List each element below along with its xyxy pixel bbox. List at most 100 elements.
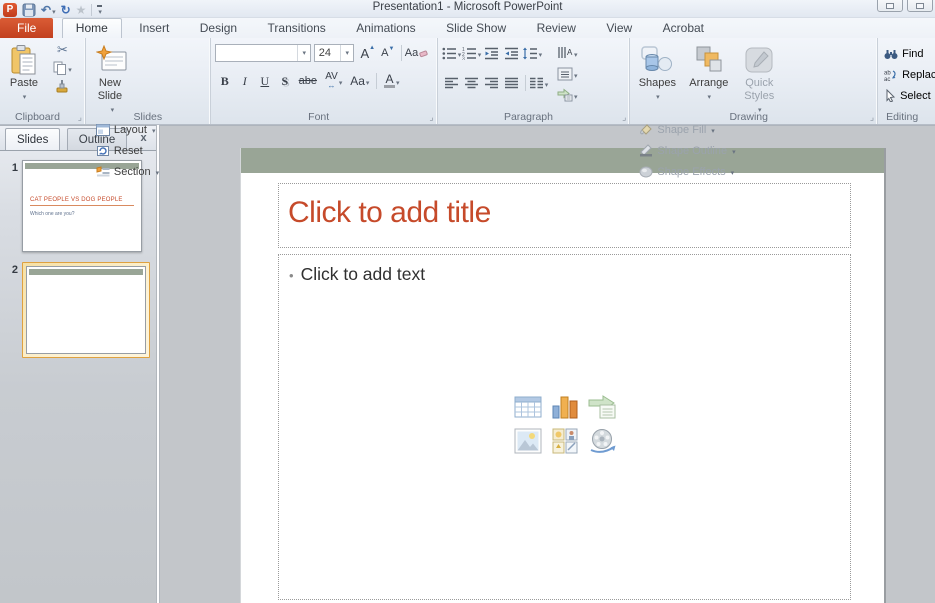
slide-canvas[interactable]: Click to add title • Click to add text xyxy=(241,148,884,603)
columns-button[interactable] xyxy=(529,73,549,93)
new-slide-button[interactable]: New Slide xyxy=(90,41,134,117)
decrease-indent-button[interactable] xyxy=(482,43,502,63)
change-case-button[interactable]: Aa xyxy=(347,71,373,91)
section-button[interactable]: Section xyxy=(93,161,162,182)
eraser-icon xyxy=(419,49,428,58)
quick-styles-icon xyxy=(740,43,778,77)
grow-font-button[interactable]: A▲ xyxy=(358,43,378,63)
shapes-icon xyxy=(637,43,677,77)
shapes-button[interactable]: Shapes xyxy=(634,41,680,104)
insert-smartart-icon[interactable] xyxy=(585,391,619,423)
insert-table-icon[interactable] xyxy=(511,391,545,423)
content-insert-icons xyxy=(511,391,619,457)
bold-button[interactable]: B xyxy=(215,71,235,91)
tab-insert[interactable]: Insert xyxy=(126,18,182,38)
strikethrough-button[interactable]: abe xyxy=(295,71,321,91)
group-slides: New Slide Layout Reset Section Slides xyxy=(86,38,211,124)
align-right-icon xyxy=(484,77,499,89)
tab-review[interactable]: Review xyxy=(524,18,589,38)
selected-slide-frame xyxy=(22,262,150,358)
drawing-dialog-launcher[interactable]: ⌟ xyxy=(870,113,874,122)
slide-thumbnail-2[interactable]: 2 xyxy=(0,262,156,358)
italic-button[interactable]: I xyxy=(235,71,255,91)
underline-button[interactable]: U xyxy=(255,71,275,91)
slide-number: 2 xyxy=(0,262,22,358)
tab-view[interactable]: View xyxy=(593,18,645,38)
text-direction-icon: A xyxy=(557,46,573,59)
tab-animations[interactable]: Animations xyxy=(343,18,428,38)
insert-media-icon[interactable] xyxy=(585,425,619,457)
shrink-font-button[interactable]: A▼ xyxy=(378,43,398,63)
select-button[interactable]: Select xyxy=(884,85,935,106)
reset-icon xyxy=(96,145,110,157)
align-text-icon xyxy=(557,67,573,81)
font-name-combo[interactable] xyxy=(215,44,311,62)
align-center-button[interactable] xyxy=(462,73,482,93)
title-placeholder[interactable]: Click to add title xyxy=(278,183,851,248)
tab-design[interactable]: Design xyxy=(187,18,250,38)
format-painter-icon xyxy=(55,79,69,93)
paste-button[interactable]: Paste xyxy=(4,41,44,104)
replace-button[interactable]: abac Replace xyxy=(884,64,935,85)
ribbon: Paste ✂ Clipboard ⌟ New Slide xyxy=(0,38,935,125)
tab-transitions[interactable]: Transitions xyxy=(255,18,339,38)
tab-acrobat[interactable]: Acrobat xyxy=(650,18,717,38)
quick-styles-button[interactable]: Quick Styles xyxy=(737,41,781,117)
text-shadow-button[interactable]: S xyxy=(275,71,295,91)
numbering-button[interactable]: 123 xyxy=(462,43,482,63)
scissors-icon: ✂ xyxy=(57,42,68,58)
insert-chart-icon[interactable] xyxy=(548,391,582,423)
align-text-button[interactable] xyxy=(557,63,578,84)
increase-indent-button[interactable] xyxy=(502,43,522,63)
columns-icon xyxy=(529,77,544,89)
window-title: Presentation1 - Microsoft PowerPoint xyxy=(0,1,935,13)
copy-button[interactable] xyxy=(52,59,72,77)
insert-clipart-icon[interactable] xyxy=(548,425,582,457)
tab-home[interactable]: Home xyxy=(62,18,122,38)
bullets-button[interactable] xyxy=(442,43,462,63)
justify-button[interactable] xyxy=(502,73,522,93)
tab-slides[interactable]: Slides xyxy=(5,128,60,150)
copy-icon xyxy=(53,61,67,75)
cut-button[interactable]: ✂ xyxy=(52,41,72,59)
ribbon-tab-bar: File Home Insert Design Transitions Anim… xyxy=(0,18,935,38)
paragraph-dialog-launcher[interactable]: ⌟ xyxy=(622,113,626,122)
paste-icon xyxy=(7,43,41,77)
smartart-convert-icon xyxy=(557,88,573,102)
find-binoculars-icon xyxy=(884,48,898,60)
content-placeholder[interactable]: • Click to add text xyxy=(278,254,851,600)
tab-file[interactable]: File xyxy=(0,18,53,38)
slide-2-thumb[interactable] xyxy=(26,266,146,354)
shape-effects-icon xyxy=(639,165,653,178)
clipboard-dialog-launcher[interactable]: ⌟ xyxy=(78,113,82,122)
insert-picture-icon[interactable] xyxy=(511,425,545,457)
font-size-combo[interactable]: 24 xyxy=(314,44,354,62)
thumb-title-text: CAT PEOPLE VS DOG PEOPLE xyxy=(30,197,134,206)
numbering-icon: 123 xyxy=(462,47,477,60)
font-color-button[interactable]: A xyxy=(380,71,404,91)
title-bar: P ↶ ↻ ★ Presentation1 - Microsoft PowerP… xyxy=(0,0,935,18)
increase-indent-icon xyxy=(504,47,519,60)
find-button[interactable]: Find xyxy=(884,43,935,64)
font-dialog-launcher[interactable]: ⌟ xyxy=(429,113,433,122)
shape-outline-button[interactable]: Shape Outline xyxy=(639,140,735,161)
align-right-button[interactable] xyxy=(482,73,502,93)
text-direction-button[interactable]: A xyxy=(557,42,578,63)
group-drawing: Shapes Arrange Quick Styles xyxy=(630,38,878,124)
format-painter-button[interactable] xyxy=(52,77,72,95)
line-spacing-button[interactable] xyxy=(522,43,543,63)
window-controls xyxy=(877,0,933,12)
reset-button[interactable]: Reset xyxy=(93,140,162,161)
maximize-button[interactable] xyxy=(907,0,933,12)
minimize-button[interactable] xyxy=(877,0,903,12)
character-spacing-button[interactable]: AV↔ xyxy=(321,71,347,91)
tab-slide-show[interactable]: Slide Show xyxy=(433,18,519,38)
slide-number: 1 xyxy=(0,160,22,252)
select-arrow-icon xyxy=(884,89,896,102)
title-placeholder-text: Click to add title xyxy=(288,196,850,230)
align-left-button[interactable] xyxy=(442,73,462,93)
shape-effects-button[interactable]: Shape Effects xyxy=(639,161,735,182)
arrange-button[interactable]: Arrange xyxy=(685,41,733,104)
convert-smartart-button[interactable] xyxy=(557,84,578,105)
clear-formatting-button[interactable]: Aa xyxy=(405,43,428,63)
